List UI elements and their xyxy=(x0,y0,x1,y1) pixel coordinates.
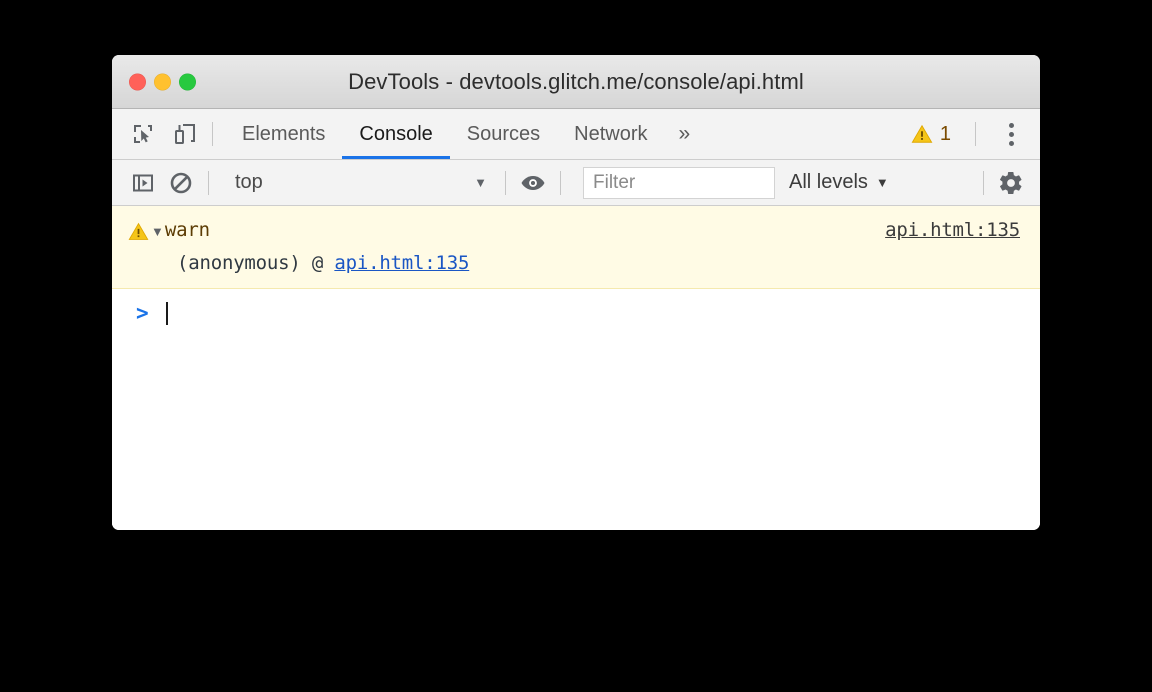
warning-message-header: ▼ warn api.html:135 xyxy=(112,218,1040,244)
execution-context-selector[interactable]: top ▼ xyxy=(221,168,493,198)
window-titlebar: DevTools - devtools.glitch.me/console/ap… xyxy=(112,55,1040,109)
warning-triangle-icon xyxy=(125,218,151,242)
window-title: DevTools - devtools.glitch.me/console/ap… xyxy=(348,68,804,94)
devtools-tabbar: Elements Console Sources Network » 1 xyxy=(112,109,1040,160)
console-warning-message[interactable]: ▼ warn api.html:135 (anonymous) @ api.ht… xyxy=(112,206,1040,289)
settings-gear-icon[interactable] xyxy=(996,168,1026,198)
log-levels-label: All levels xyxy=(789,171,868,193)
prompt-chevron-icon: > xyxy=(136,301,149,326)
devtools-window: DevTools - devtools.glitch.me/console/ap… xyxy=(112,55,1040,530)
message-source-link[interactable]: api.html:135 xyxy=(885,219,1020,241)
minimize-button[interactable] xyxy=(154,73,171,90)
kebab-dot xyxy=(1008,131,1014,137)
clear-console-icon[interactable] xyxy=(166,168,196,198)
stack-frame-link[interactable]: api.html:135 xyxy=(334,252,469,274)
tab-console[interactable]: Console xyxy=(342,109,451,159)
kebab-menu-icon[interactable] xyxy=(996,119,1026,149)
stack-trace-row: (anonymous) @ api.html:135 xyxy=(112,252,1040,274)
chevron-down-icon: ▼ xyxy=(474,175,487,190)
device-toolbar-icon[interactable] xyxy=(170,119,200,149)
console-settings-group xyxy=(971,168,1026,198)
stack-frame-label: (anonymous) @ xyxy=(177,251,335,274)
tabbar-tool-icons xyxy=(128,119,200,149)
console-toolbar-divider-3 xyxy=(560,170,561,195)
warning-count-badge[interactable]: 1 xyxy=(911,123,963,146)
tabbar-divider xyxy=(212,122,213,146)
close-button[interactable] xyxy=(129,73,146,90)
console-sidebar-toggle-icon[interactable] xyxy=(128,168,158,198)
warning-message-text: warn xyxy=(164,219,210,241)
filter-input[interactable]: Filter xyxy=(583,166,775,199)
console-toolbar: top ▼ Filter All levels ▼ xyxy=(112,160,1040,206)
warning-count-value: 1 xyxy=(939,122,951,145)
tabbar-right-divider xyxy=(975,122,976,146)
console-toolbar-divider-4 xyxy=(983,170,984,195)
kebab-dot xyxy=(1008,140,1014,146)
console-toolbar-divider-2 xyxy=(505,170,506,195)
tab-network[interactable]: Network xyxy=(557,109,664,159)
chevron-down-icon: ▼ xyxy=(875,175,889,190)
window-controls[interactable] xyxy=(129,73,196,90)
inspect-element-icon[interactable] xyxy=(128,119,158,149)
execution-context-value: top xyxy=(235,171,263,193)
tab-elements[interactable]: Elements xyxy=(225,109,342,159)
log-levels-dropdown[interactable]: All levels ▼ xyxy=(789,171,889,194)
console-prompt-row[interactable]: > xyxy=(112,297,1040,331)
more-tabs-button[interactable]: » xyxy=(665,109,705,159)
live-expression-eye-icon[interactable] xyxy=(518,168,548,198)
console-toolbar-divider-1 xyxy=(208,170,209,195)
disclosure-triangle-icon[interactable]: ▼ xyxy=(151,218,164,239)
tab-sources[interactable]: Sources xyxy=(450,109,557,159)
zoom-button[interactable] xyxy=(179,73,196,90)
kebab-dot xyxy=(1008,122,1014,128)
console-message-list[interactable]: ▼ warn api.html:135 (anonymous) @ api.ht… xyxy=(112,206,1040,530)
screenshot-root: DevTools - devtools.glitch.me/console/ap… xyxy=(0,0,1152,692)
text-caret xyxy=(165,302,168,326)
warning-triangle-icon xyxy=(911,124,933,143)
tabbar-right-cluster: 1 xyxy=(911,119,1026,149)
panel-tabs: Elements Console Sources Network » xyxy=(225,109,704,159)
